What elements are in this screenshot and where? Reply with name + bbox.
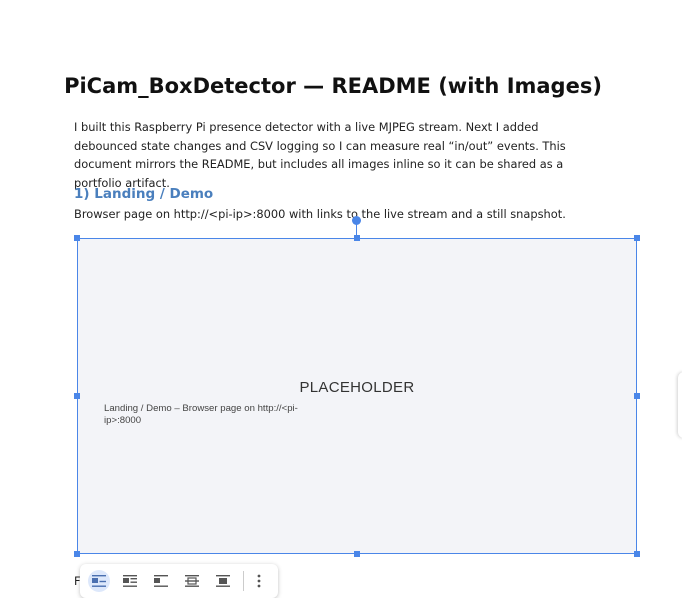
behind-text-button[interactable] xyxy=(181,570,203,592)
selected-image[interactable]: PLACEHOLDER Landing / Demo – Browser pag… xyxy=(77,238,637,554)
image-caption: Landing / Demo – Browser page on http://… xyxy=(104,403,298,426)
more-options-button[interactable] xyxy=(250,570,268,592)
intro-paragraph[interactable]: I built this Raspberry Pi presence detec… xyxy=(74,118,604,192)
placeholder-label: PLACEHOLDER xyxy=(299,379,415,396)
inline-icon xyxy=(92,575,106,587)
break-text-icon xyxy=(154,575,168,587)
document-title[interactable]: PiCam_BoxDetector — README (with Images) xyxy=(0,74,666,98)
behind-text-icon xyxy=(185,575,199,587)
inline-button[interactable] xyxy=(88,570,110,592)
in-front-of-text-button[interactable] xyxy=(212,570,234,592)
in-front-of-text-icon xyxy=(216,575,230,587)
resize-handle-bottom-middle[interactable] xyxy=(354,551,360,557)
resize-handle-top-right[interactable] xyxy=(634,235,640,241)
section-heading-landing-demo[interactable]: 1) Landing / Demo xyxy=(74,186,213,202)
resize-handle-middle-left[interactable] xyxy=(74,393,80,399)
resize-handle-top-middle[interactable] xyxy=(354,235,360,241)
resize-handle-bottom-right[interactable] xyxy=(634,551,640,557)
image-options-toolbar xyxy=(80,564,278,598)
resize-handle-top-left[interactable] xyxy=(74,235,80,241)
break-text-button[interactable] xyxy=(150,570,172,592)
toolbar-divider xyxy=(243,571,244,591)
resize-handle-bottom-left[interactable] xyxy=(74,551,80,557)
resize-handle-middle-right[interactable] xyxy=(634,393,640,399)
side-panel-tab[interactable] xyxy=(678,372,682,438)
rotate-handle[interactable] xyxy=(352,216,361,225)
more-options-icon xyxy=(257,574,261,588)
wrap-text-button[interactable] xyxy=(119,570,141,592)
wrap-text-icon xyxy=(123,575,137,587)
